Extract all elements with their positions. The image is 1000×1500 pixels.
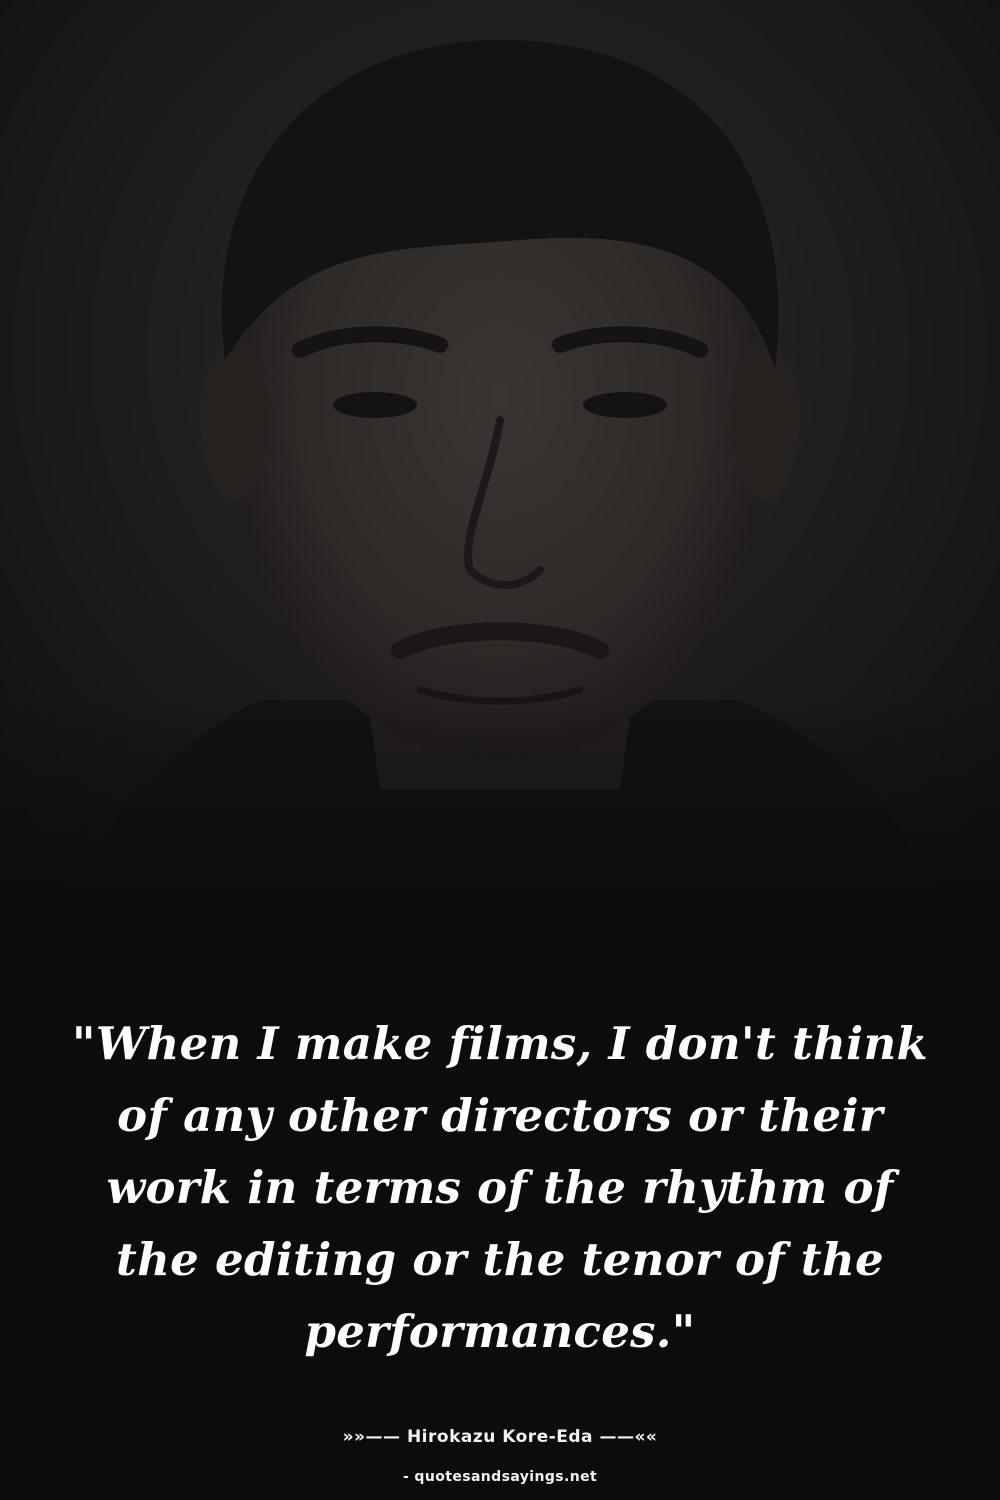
source-credit: - quotesandsayings.net	[402, 1469, 598, 1485]
author-attribution: »»—— Hirokazu Kore-Eda ——««	[342, 1427, 658, 1447]
quote-text: "When I make films, I don't think of any…	[71, 1017, 929, 1358]
photo-fade-overlay	[0, 700, 1000, 1020]
quote-card: "When I make films, I don't think of any…	[0, 0, 1000, 1500]
